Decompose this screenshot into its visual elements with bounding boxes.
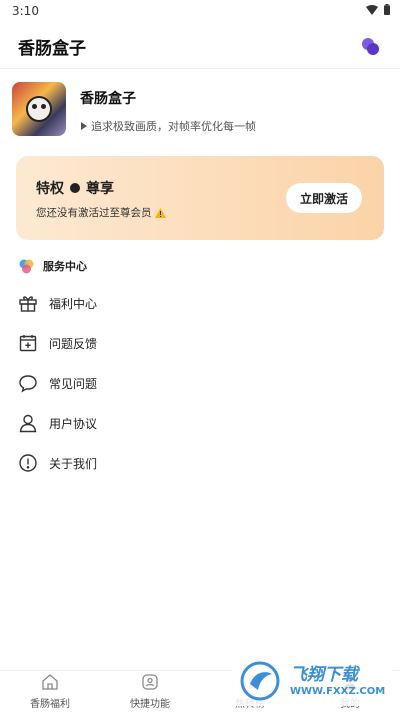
gamepad-icon [142,674,158,690]
menu-label: 问题反馈 [49,336,98,351]
vip-level: 尊享 [86,181,114,197]
avatar-eye-left [32,104,37,109]
service-menu: 福利中心 问题反馈 常见问题 用户协议 关于我们 [0,283,400,483]
gift-icon [19,296,37,312]
watermark-url: WWW.FXXZ.COM [290,686,386,697]
tab-quick-functions[interactable]: 快捷功能 [110,673,190,713]
menu-label: 常见问题 [49,376,98,391]
menu-label: 关于我们 [49,456,98,471]
watermark: 飞翔下载 WWW.FXXZ.COM [232,656,392,706]
service-center-title: 服务中心 [43,260,87,273]
status-time: 3:10 [12,4,39,18]
activate-button[interactable]: 立即激活 [286,183,362,213]
vip-title: 特权 [36,181,64,197]
tab-welfare[interactable]: 香肠福利 [10,673,90,713]
menu-item-feedback[interactable]: 问题反馈 [0,323,400,363]
avatar-face [26,96,52,122]
calendar-plus-icon [19,335,37,352]
service-center-header: 服务中心 [18,257,87,275]
warning-icon [154,207,166,218]
app-title: 香肠盒子 [18,39,86,59]
avatar[interactable] [12,82,66,136]
watermark-logo-icon [240,661,280,701]
app-header: 香肠盒子 [0,24,400,69]
user-icon [19,414,37,433]
menu-item-welfare[interactable]: 福利中心 [0,283,400,323]
chat-bubble-icon [19,375,37,393]
info-icon [19,454,37,472]
menu-item-agreement[interactable]: 用户协议 [0,403,400,443]
wifi-icon [366,4,378,15]
profile-tagline: 追求极致画质，对帧率优化每一帧 [91,120,256,133]
watermark-brand: 飞翔下载 [290,665,358,685]
avatar-eye-right [41,104,46,109]
menu-label: 福利中心 [49,296,98,311]
profile-name: 香肠盒子 [80,91,136,107]
profile-tagline-row: 追求极致画质，对帧率优化每一帧 [80,118,256,134]
status-bar: 3:10 [0,0,400,24]
service-center-icon [19,259,34,273]
tab-label: 香肠福利 [30,699,70,710]
vip-title-row: 特权 尊享 [36,178,114,198]
arrow-right-icon [81,122,87,130]
status-icons [366,4,390,15]
tab-label: 快捷功能 [130,699,170,710]
vip-subtitle: 您还没有激活过至尊会员 [36,207,152,219]
theme-switch-icon[interactable] [360,36,380,56]
menu-item-about[interactable]: 关于我们 [0,443,400,483]
home-icon [42,674,58,690]
vip-card: 特权 尊享 您还没有激活过至尊会员 立即激活 [16,156,384,240]
vip-dot-icon [70,183,80,193]
menu-label: 用户协议 [49,416,98,431]
profile-section[interactable]: 香肠盒子 追求极致画质，对帧率优化每一帧 [12,82,388,142]
battery-icon [384,4,390,15]
menu-item-faq[interactable]: 常见问题 [0,363,400,403]
vip-subtitle-row: 您还没有激活过至尊会员 [36,205,166,220]
